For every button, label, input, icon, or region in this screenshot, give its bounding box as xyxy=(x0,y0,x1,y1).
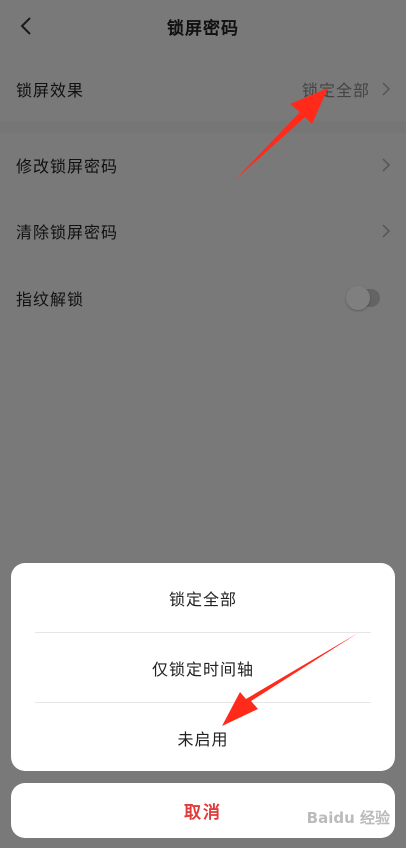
option-lock-all[interactable]: 锁定全部 xyxy=(11,563,395,632)
option-lock-timeline[interactable]: 仅锁定时间轴 xyxy=(11,633,395,702)
action-sheet: 锁定全部 仅锁定时间轴 未启用 xyxy=(11,563,395,771)
watermark: Baidu 经验 xyxy=(306,809,390,827)
option-disabled[interactable]: 未启用 xyxy=(11,703,395,771)
